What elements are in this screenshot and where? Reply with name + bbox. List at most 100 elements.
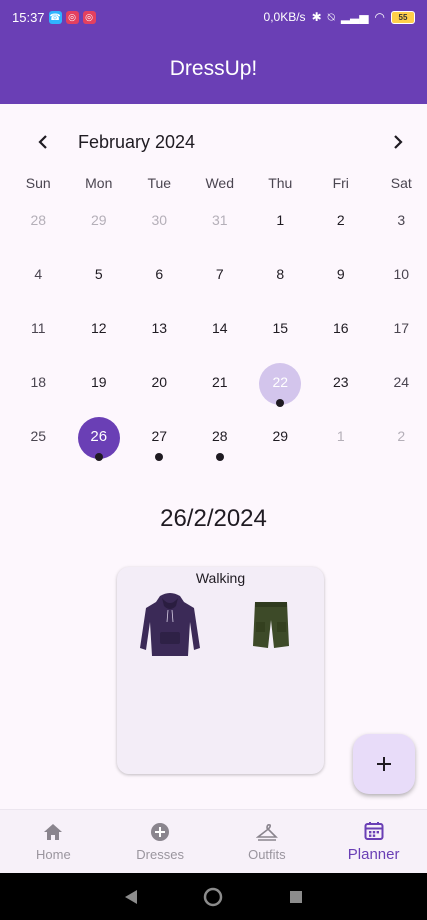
- day-number: 1: [336, 428, 345, 444]
- day-cell[interactable]: 6: [129, 254, 190, 308]
- day-number: 9: [336, 266, 345, 282]
- event-indicator-dot: [155, 453, 164, 461]
- day-cell[interactable]: 23: [311, 362, 372, 416]
- day-cell[interactable]: 21: [190, 362, 251, 416]
- day-cell[interactable]: 31: [190, 200, 251, 254]
- day-number: 3: [397, 212, 406, 228]
- day-cell[interactable]: 27: [129, 416, 190, 470]
- day-cell[interactable]: 18: [8, 362, 69, 416]
- day-cell-today[interactable]: 22: [250, 362, 311, 416]
- nav-dresses[interactable]: Dresses: [107, 810, 214, 873]
- outfit-card[interactable]: Walking: [117, 567, 324, 774]
- day-cell[interactable]: 1: [250, 200, 311, 254]
- status-left: 15:37 ☎ ◎ ◎: [12, 10, 96, 25]
- nav-outfits[interactable]: Outfits: [214, 810, 321, 873]
- day-cell[interactable]: 1: [311, 416, 372, 470]
- day-number: 4: [34, 266, 43, 282]
- plus-icon: [377, 757, 391, 771]
- instagram-icon-2: ◎: [82, 10, 96, 24]
- day-cell[interactable]: 28: [190, 416, 251, 470]
- day-cell[interactable]: 30: [129, 200, 190, 254]
- day-number: 19: [90, 374, 107, 390]
- weekday-label: Sun: [25, 175, 51, 191]
- day-cell[interactable]: 19: [69, 362, 130, 416]
- day-number: 21: [211, 374, 228, 390]
- day-number: 29: [90, 212, 107, 228]
- day-cell[interactable]: 11: [8, 308, 69, 362]
- month-navigation: February 2024: [0, 120, 427, 164]
- day-cell[interactable]: 17: [371, 308, 427, 362]
- day-cell[interactable]: 9: [311, 254, 372, 308]
- next-month-button[interactable]: [380, 124, 416, 160]
- day-number: 16: [332, 320, 349, 336]
- day-cell[interactable]: 14: [190, 308, 251, 362]
- day-cell[interactable]: 28: [8, 200, 69, 254]
- day-cell[interactable]: 15: [250, 308, 311, 362]
- calendar-grid: 28 29 30 31 1 2 3 4 5 6 7 8 9 10 11 12 13 14 15 16 17 18 19 20 2…: [8, 200, 427, 470]
- hoodie-image: [140, 593, 200, 656]
- day-cell[interactable]: 13: [129, 308, 190, 362]
- wifi-icon: ◠: [374, 10, 385, 24]
- shorts-image: [253, 602, 289, 648]
- day-cell[interactable]: 2: [311, 200, 372, 254]
- day-number: 27: [151, 428, 168, 444]
- previous-month-button[interactable]: [25, 124, 61, 160]
- system-back-button[interactable]: [120, 886, 142, 908]
- month-label: February 2024: [78, 131, 196, 152]
- day-number: 23: [332, 374, 349, 390]
- home-icon: [42, 821, 64, 843]
- day-cell[interactable]: 3: [371, 200, 427, 254]
- day-cell[interactable]: 12: [69, 308, 130, 362]
- day-number: 25: [30, 428, 47, 444]
- day-cell[interactable]: 2: [371, 416, 427, 470]
- day-cell[interactable]: 7: [190, 254, 251, 308]
- day-cell[interactable]: 5: [69, 254, 130, 308]
- outfit-title: Walking: [195, 570, 246, 586]
- day-cell[interactable]: 4: [8, 254, 69, 308]
- day-number: 13: [151, 320, 168, 336]
- system-home-button[interactable]: [202, 886, 224, 908]
- day-number: 15: [272, 320, 289, 336]
- day-cell[interactable]: 25: [8, 416, 69, 470]
- day-number: 5: [94, 266, 103, 282]
- day-number: 6: [155, 266, 164, 282]
- bluetooth-icon: ✱: [311, 10, 322, 24]
- day-number: 8: [276, 266, 285, 282]
- event-indicator-dot: [215, 453, 224, 461]
- day-cell[interactable]: 29: [250, 416, 311, 470]
- day-cell[interactable]: 10: [371, 254, 427, 308]
- battery-icon: 55: [391, 10, 415, 24]
- weekday-header: Sun Mon Tue Wed Thu Fri Sat: [8, 175, 427, 191]
- day-cell[interactable]: 29: [69, 200, 130, 254]
- day-number: 20: [151, 374, 168, 390]
- home-circle-icon: [204, 887, 223, 906]
- add-outfit-fab[interactable]: [353, 734, 415, 794]
- add-circle-icon: [149, 821, 171, 843]
- day-number: 28: [30, 212, 47, 228]
- bottom-navigation: Home Dresses Outfits Planner: [0, 809, 427, 873]
- weekday-label: Sat: [390, 175, 412, 191]
- day-number: 26: [90, 428, 108, 445]
- app-bar: DressUp!: [0, 34, 427, 104]
- weekday-label: Tue: [147, 175, 172, 191]
- status-time: 15:37: [12, 9, 45, 25]
- day-number: 12: [90, 320, 107, 336]
- day-number: 7: [215, 266, 224, 282]
- day-cell[interactable]: 24: [371, 362, 427, 416]
- nav-planner[interactable]: Planner: [320, 810, 427, 873]
- weekday-label: Wed: [205, 175, 235, 191]
- weekday-label: Mon: [85, 175, 113, 191]
- calendar-icon: [363, 820, 385, 842]
- status-bar: 15:37 ☎ ◎ ◎ 0,0KB/s ✱ ⍉ ▂▃▅ ◠ 55: [0, 0, 427, 34]
- day-cell[interactable]: 8: [250, 254, 311, 308]
- day-cell[interactable]: 20: [129, 362, 190, 416]
- nav-outfits-label: Outfits: [248, 847, 286, 862]
- day-number: 24: [393, 374, 410, 390]
- nav-home[interactable]: Home: [0, 810, 107, 873]
- instagram-icon: ◎: [65, 10, 79, 24]
- system-recents-button[interactable]: [285, 886, 307, 908]
- chevron-left-icon: [38, 135, 47, 149]
- day-cell-selected[interactable]: 26: [69, 416, 130, 470]
- signal-icon: ▂▃▅: [340, 10, 369, 24]
- day-cell[interactable]: 16: [311, 308, 372, 362]
